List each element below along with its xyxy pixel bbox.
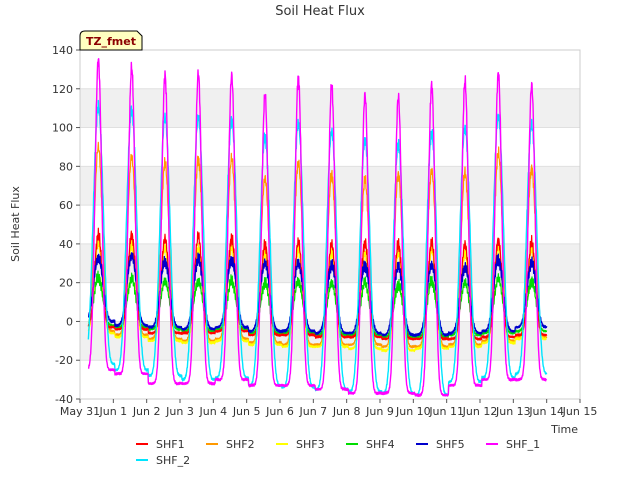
x-tick-label: Jun 5 xyxy=(232,405,261,418)
x-tick-label: Jun 6 xyxy=(265,405,294,418)
legend: SHF1 SHF2 SHF3 SHF4 SHF5 SHF_1 SHF_2 xyxy=(136,438,540,467)
y-tick-label: 140 xyxy=(52,44,73,57)
legend-label: SHF4 xyxy=(366,438,395,451)
x-tick-label: Jun 15 xyxy=(562,405,598,418)
x-tick-label: May 31 xyxy=(60,405,100,418)
x-tick-label: Jun 9 xyxy=(365,405,394,418)
x-tick-label: Jun 11 xyxy=(428,405,464,418)
y-tick-label: 20 xyxy=(59,277,73,290)
legend-label: SHF5 xyxy=(436,438,465,451)
x-tick-label: Jun 3 xyxy=(165,405,194,418)
legend-label: SHF1 xyxy=(156,438,185,451)
x-axis-label: Time xyxy=(550,423,578,436)
x-tick-label: Jun 7 xyxy=(298,405,327,418)
x-tick-label: Jun 13 xyxy=(495,405,531,418)
x-tick-label: Jun 12 xyxy=(462,405,498,418)
legend-label: SHF_2 xyxy=(156,454,190,467)
y-axis-label: Soil Heat Flux xyxy=(9,186,22,262)
soil-heat-flux-chart: -40-20020406080100120140 May 31 Jun 1 Jun … xyxy=(9,4,597,467)
legend-label: SHF2 xyxy=(226,438,255,451)
y-axis-ticks: -40-20020406080100120140 xyxy=(52,44,80,406)
y-tick-label: 80 xyxy=(59,160,73,173)
legend-label: SHF3 xyxy=(296,438,325,451)
x-tick-label: Jun 14 xyxy=(528,405,564,418)
y-tick-label: 60 xyxy=(59,199,73,212)
y-tick-label: 100 xyxy=(52,122,73,135)
y-tick-label: 0 xyxy=(66,315,73,328)
y-tick-label: -20 xyxy=(55,354,73,367)
legend-label: SHF_1 xyxy=(506,438,540,451)
x-tick-label: Jun 8 xyxy=(332,405,361,418)
x-tick-label: Jun 2 xyxy=(132,405,161,418)
x-axis-ticks: May 31 Jun 1 Jun 2 Jun 3 Jun 4 Jun 5 Jun 6 Jun … xyxy=(60,399,597,418)
x-tick-label: Jun 1 xyxy=(98,405,127,418)
annotation-badge-label: TZ_fmet xyxy=(86,35,136,48)
x-tick-label: Jun 10 xyxy=(395,405,431,418)
annotation-badge: TZ_fmet xyxy=(79,30,143,51)
y-tick-label: 120 xyxy=(52,83,73,96)
chart-title: Soil Heat Flux xyxy=(275,4,365,19)
x-tick-label: Jun 4 xyxy=(198,405,227,418)
y-tick-label: 40 xyxy=(59,238,73,251)
